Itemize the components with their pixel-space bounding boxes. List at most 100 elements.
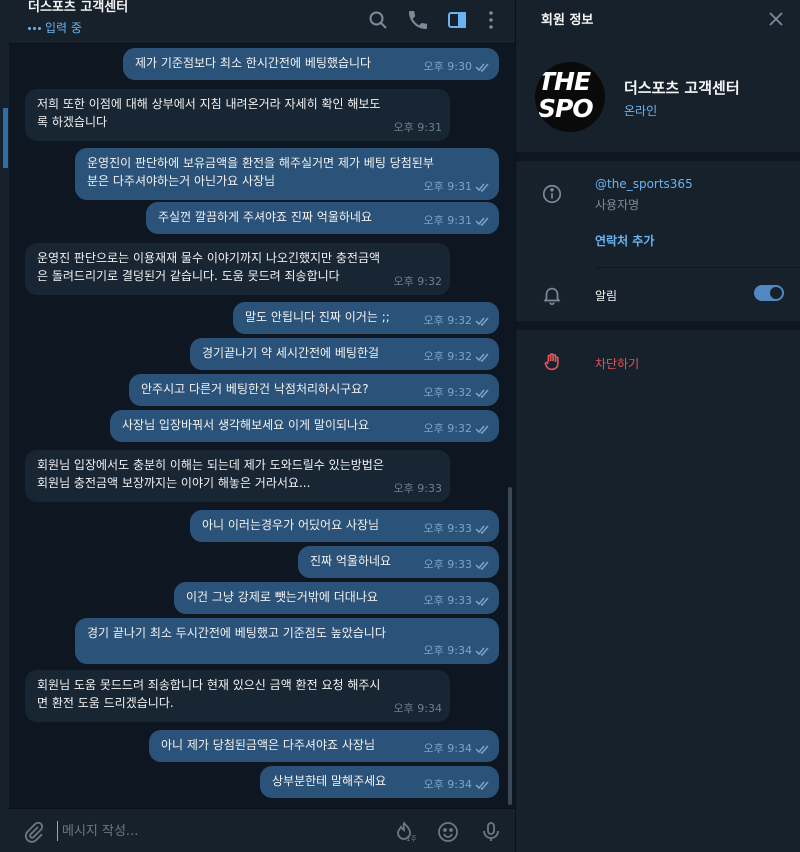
active-chat-indicator	[3, 108, 8, 168]
message-meta: 오후 9:34	[424, 776, 491, 794]
message-meta: 오후 9:32	[424, 384, 491, 402]
toggle-knob	[770, 287, 782, 299]
message-text: 진짜 억울하네요	[310, 554, 392, 568]
message-meta: 오후 9:33	[424, 556, 491, 574]
message-bubble[interactable]: 회원님 입장에서도 충분히 이해는 되는데 제가 도와드릴수 있는방법은 회원님…	[25, 450, 450, 502]
message-bubble[interactable]: 아니 이러는경우가 어딨어요 사장님 오후 9:33	[190, 510, 499, 542]
message-text: 회원님 도움 못드드려 죄송합니다 현재 있으신 금액 환전 요청 해주시면 환…	[37, 678, 381, 710]
message-meta: 오후 9:33	[424, 592, 491, 610]
message-time: 오후 9:33	[423, 558, 472, 571]
message-bubble[interactable]: 경기끝나기 약 세시간전에 베팅한걸 오후 9:32	[190, 338, 499, 370]
message-meta: 오후 9:33	[394, 480, 442, 498]
message-meta: 오후 9:34	[424, 642, 491, 660]
message-time: 오후 9:34	[423, 644, 472, 657]
message-time: 오후 9:34	[423, 742, 472, 755]
message-bubble[interactable]: 말도 안됩니다 진짜 이거는 ;; 오후 9:32	[233, 302, 499, 334]
more-options-icon[interactable]	[479, 8, 503, 32]
message-text: 아니 제가 당첨된금액은 다주셔야죠 사장님	[161, 738, 375, 752]
message-bubble[interactable]: 안주시고 다른거 베팅한건 낙점처리하시구요? 오후 9:32	[129, 374, 499, 406]
message-time: 오후 9:32	[423, 386, 472, 399]
chat-panel: 더스포츠 고객센터 입력 중 제가 기준점보다 최소 한시간전에 베팅했습니다 …	[0, 0, 515, 852]
read-checkmarks-icon	[475, 63, 489, 72]
message-bubble[interactable]: 회원님 도움 못드드려 죄송합니다 현재 있으신 금액 환전 요청 해주시면 환…	[25, 670, 450, 722]
message-bubble[interactable]: 이건 그냥 강제로 뺏는거밖에 더대나요 오후 9:33	[174, 582, 499, 614]
message-time: 오후 9:33	[393, 482, 442, 495]
message-meta: 오후 9:32	[394, 273, 442, 291]
read-checkmarks-icon	[475, 353, 489, 362]
message-bubble[interactable]: 사장님 입장바꿔서 생각해보세요 이게 말이되나요 오후 9:32	[110, 410, 499, 442]
read-checkmarks-icon	[475, 217, 489, 226]
read-checkmarks-icon	[475, 525, 489, 534]
profile-panel: 회원 정보 THE SPO 더스포츠 고객센터 온라인 @the_sports36…	[515, 0, 800, 852]
message-time: 오후 9:34	[423, 778, 472, 791]
message-bubble[interactable]: 진짜 억울하네요 오후 9:33	[298, 546, 499, 578]
message-meta: 오후 9:31	[394, 119, 442, 137]
close-icon[interactable]	[766, 9, 786, 29]
emoji-icon[interactable]	[436, 820, 460, 844]
message-bubble[interactable]: 경기 끝나기 최소 두시간전에 베팅했고 기준점도 높았습니다 오후 9:34	[75, 618, 499, 664]
paperclip-icon[interactable]	[22, 820, 46, 844]
block-hand-icon	[544, 353, 559, 371]
message-time: 오후 9:31	[423, 214, 472, 227]
chat-header[interactable]: 더스포츠 고객센터 입력 중	[9, 0, 515, 44]
message-time: 오후 9:32	[423, 314, 472, 327]
message-bubble[interactable]: 운영진이 판단하에 보유금액을 환전을 해주실거면 제가 베팅 당첨된부분은 다…	[75, 148, 499, 200]
message-meta: 오후 9:31	[424, 178, 491, 196]
message-bubble[interactable]: 저희 또한 이점에 대해 상부에서 지침 내려온거라 자세히 확인 해보도록 하…	[25, 89, 450, 141]
message-text: 경기끝나기 약 세시간전에 베팅한걸	[202, 346, 380, 360]
auto-delete-timer-icon[interactable]: 1주	[392, 820, 416, 844]
message-text: 말도 안됩니다 진짜 이거는 ;;	[245, 310, 390, 324]
message-meta: 오후 9:33	[424, 520, 491, 538]
message-text: 안주시고 다른거 베팅한건 낙점처리하시구요?	[141, 382, 369, 396]
message-time: 오후 9:33	[423, 594, 472, 607]
message-text: 이건 그냥 강제로 뺏는거밖에 더대나요	[186, 590, 378, 604]
message-meta: 오후 9:32	[424, 420, 491, 438]
section-divider	[516, 152, 800, 161]
message-text: 사장님 입장바꿔서 생각해보세요 이게 말이되나요	[122, 418, 370, 432]
microphone-icon[interactable]	[479, 820, 503, 844]
message-bubble[interactable]: 제가 기준점보다 최소 한시간전에 베팅했습니다 오후 9:30	[123, 48, 499, 80]
sidebar-toggle-icon[interactable]	[445, 8, 469, 32]
message-time: 오후 9:33	[423, 522, 472, 535]
message-time: 오후 9:31	[393, 121, 442, 134]
message-text: 회원님 입장에서도 충분히 이해는 되는데 제가 도와드릴수 있는방법은 회원님…	[37, 458, 384, 490]
message-text: 경기 끝나기 최소 두시간전에 베팅했고 기준점도 높았습니다	[87, 626, 386, 640]
add-contact-button[interactable]: 연락처 추가	[595, 232, 654, 249]
message-bubble[interactable]: 아니 제가 당첨된금액은 다주셔야죠 사장님 오후 9:34	[149, 730, 499, 762]
avatar[interactable]: THE SPO	[535, 62, 605, 132]
message-time: 오후 9:32	[423, 350, 472, 363]
read-checkmarks-icon	[475, 781, 489, 790]
message-list[interactable]: 제가 기준점보다 최소 한시간전에 베팅했습니다 오후 9:30 저희 또한 이…	[9, 44, 509, 808]
message-meta: 오후 9:34	[424, 740, 491, 758]
svg-text:1주: 1주	[406, 835, 416, 843]
block-user-button[interactable]: 차단하기	[595, 355, 639, 372]
username-value[interactable]: @the_sports365	[595, 177, 693, 191]
read-checkmarks-icon	[475, 389, 489, 398]
section-divider	[516, 321, 800, 330]
notifications-label: 알림	[595, 289, 618, 303]
message-time: 오후 9:34	[393, 702, 442, 715]
typing-status-label: 입력 중	[45, 21, 82, 35]
read-checkmarks-icon	[475, 183, 489, 192]
left-strip	[0, 0, 9, 852]
read-checkmarks-icon	[475, 561, 489, 570]
message-input[interactable]	[57, 821, 377, 841]
typing-status: 입력 중	[28, 20, 82, 36]
message-bubble[interactable]: 운영진 판단으로는 이용재재 물수 이야기까지 나오긴했지만 충전금액은 돌려드…	[25, 243, 450, 295]
message-text: 제가 기준점보다 최소 한시간전에 베팅했습니다	[135, 56, 372, 70]
inner-divider	[595, 267, 800, 268]
message-time: 오후 9:30	[423, 60, 472, 73]
notifications-toggle[interactable]	[754, 285, 784, 301]
read-checkmarks-icon	[475, 647, 489, 656]
message-scrollbar[interactable]	[508, 487, 512, 805]
message-bubble[interactable]: 상부분한테 말해주세요 오후 9:34	[260, 766, 499, 798]
online-status: 온라인	[624, 104, 658, 118]
profile-panel-title: 회원 정보	[541, 13, 594, 28]
search-icon[interactable]	[366, 8, 390, 32]
chat-title[interactable]: 더스포츠 고객센터	[28, 0, 128, 16]
message-meta: 오후 9:32	[424, 348, 491, 366]
message-text: 상부분한테 말해주세요	[272, 774, 387, 788]
message-bubble[interactable]: 주실껀 깔끔하게 주셔야죠 진짜 억울하네요 오후 9:31	[146, 202, 499, 234]
read-checkmarks-icon	[475, 317, 489, 326]
phone-icon[interactable]	[406, 8, 430, 32]
